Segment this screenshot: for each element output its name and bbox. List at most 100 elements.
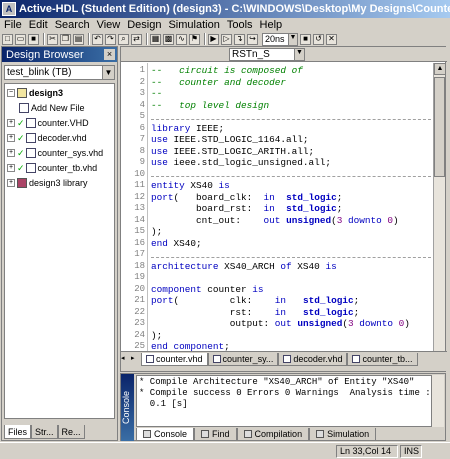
top-level-selector[interactable]: test_blink (TB) ▼ <box>4 65 115 80</box>
step-icon[interactable]: ↴ <box>234 33 245 45</box>
code-line[interactable]: -- counter and decoder <box>151 77 286 88</box>
code-line[interactable]: board_rst: in std_logic; <box>151 203 342 214</box>
library-icon <box>17 178 27 188</box>
stop-icon[interactable]: ■ <box>300 33 311 45</box>
menu-edit[interactable]: Edit <box>29 19 48 31</box>
expand-icon[interactable]: + <box>7 179 15 187</box>
status-bar: Ln 33,Col 14 INS <box>0 442 450 459</box>
expand-icon[interactable]: + <box>7 119 15 127</box>
file-tab-counter-tb[interactable]: counter_tb... <box>347 353 418 366</box>
run-icon[interactable]: ▶ <box>208 33 219 45</box>
undo-icon[interactable]: ↶ <box>92 33 103 45</box>
code-line[interactable]: end XS40; <box>151 238 202 249</box>
file-tab-decoder[interactable]: decoder.vhd <box>278 353 348 366</box>
run-for-icon[interactable]: ▷ <box>221 33 232 45</box>
restart-icon[interactable]: ↺ <box>313 33 324 45</box>
line-number: 16 <box>134 237 145 248</box>
menu-simulation[interactable]: Simulation <box>168 19 219 31</box>
file-tab-counter[interactable]: counter.vhd <box>141 353 208 366</box>
tree-item-decoder-vhd[interactable]: + ✓ decoder.vhd <box>7 132 87 144</box>
hdl-editor: RSTn_S ▼ 1 2 3 4 5 6 7 8 9 10 11 12 13 14 15 16 17 18 19 20… <box>120 46 447 372</box>
scroll-up-icon[interactable]: ▲ <box>434 63 446 75</box>
tab-scroll-right-icon[interactable]: ▸ <box>131 354 141 364</box>
file-tab-counter-sys[interactable]: counter_sy... <box>207 353 279 366</box>
menu-help[interactable]: Help <box>260 19 283 31</box>
code-line[interactable]: end component; <box>151 341 230 351</box>
tab-structure[interactable]: Str... <box>31 425 58 439</box>
code-line[interactable]: rst: in std_logic; <box>151 307 359 318</box>
code-line[interactable]: -- top level design <box>151 100 269 111</box>
tree-item-add-new-file[interactable]: Add New File <box>19 102 85 114</box>
tab-find[interactable]: Find <box>194 428 237 441</box>
scrollbar-thumb[interactable] <box>434 77 445 177</box>
code-line[interactable]: output: out unsigned(3 downto 0) <box>151 318 410 329</box>
tab-simulation[interactable]: Simulation <box>309 428 377 441</box>
line-number: 13 <box>134 203 145 213</box>
console-scrollbar[interactable] <box>432 375 444 427</box>
tab-console[interactable]: Console <box>136 428 195 441</box>
code-line[interactable]: cnt_out: out unsigned(3 downto 0) <box>151 215 399 226</box>
tab-resources[interactable]: Re... <box>57 425 85 439</box>
waveform-icon[interactable]: ∿ <box>176 33 187 45</box>
menu-design[interactable]: Design <box>127 19 161 31</box>
tree-item-library[interactable]: + design3 library <box>7 177 88 189</box>
tree-item-design3[interactable]: − design3 <box>7 87 63 99</box>
paste-icon[interactable]: ▤ <box>73 33 84 45</box>
copy-icon[interactable]: ❐ <box>60 33 71 45</box>
menu-file[interactable]: File <box>4 19 22 31</box>
code-line[interactable]: ); <box>151 330 162 341</box>
chevron-down-icon[interactable]: ▼ <box>102 66 114 79</box>
cut-icon[interactable]: ✂ <box>47 33 58 45</box>
bookmark-icon[interactable]: ⚑ <box>189 33 200 45</box>
code-line[interactable]: entity XS40 is <box>151 180 230 191</box>
open-icon[interactable]: ▭ <box>15 33 26 45</box>
code-line[interactable]: architecture XS40_ARCH of XS40 is <box>151 261 337 272</box>
menu-search[interactable]: Search <box>55 19 90 31</box>
code-line[interactable]: port( clk: in std_logic; <box>151 295 359 306</box>
close-icon[interactable]: × <box>104 49 115 60</box>
code-area[interactable]: -- circuit is composed of -- counter and … <box>151 63 433 351</box>
tab-compilation[interactable]: Compilation <box>236 428 310 441</box>
step-over-icon[interactable]: ↪ <box>247 33 258 45</box>
title-bar: A Active-HDL (Student Edition) (design3)… <box>0 0 450 18</box>
expand-icon[interactable]: + <box>7 149 15 157</box>
expand-icon[interactable]: + <box>7 134 15 142</box>
tree-item-counter-tb[interactable]: + ✓ counter_tb.vhd <box>7 162 97 174</box>
chevron-down-icon[interactable]: ▼ <box>294 48 304 60</box>
code-line[interactable]: ); <box>151 226 162 237</box>
vertical-scrollbar[interactable]: ▲ <box>433 63 446 351</box>
expand-icon[interactable]: + <box>7 164 15 172</box>
redo-icon[interactable]: ↷ <box>105 33 116 45</box>
replace-icon[interactable]: ⇄ <box>131 33 142 45</box>
code-line[interactable]: use IEEE.STD_LOGIC_ARITH.all; <box>151 146 314 157</box>
line-number: 7 <box>139 134 145 144</box>
tree-item-counter-vhd[interactable]: + ✓ counter.VHD <box>7 117 89 129</box>
code-line[interactable]: use IEEE.STD_LOGIC_1164.all; <box>151 134 309 145</box>
collapse-icon[interactable]: − <box>7 89 15 97</box>
chevron-down-icon[interactable]: ▼ <box>288 33 297 45</box>
menu-view[interactable]: View <box>97 19 121 31</box>
new-file-icon[interactable]: □ <box>2 33 13 45</box>
signal-selector[interactable]: RSTn_S ▼ <box>229 47 305 61</box>
end-sim-icon[interactable]: ✕ <box>326 33 337 45</box>
find-icon[interactable]: ⌕ <box>118 33 129 45</box>
console-output[interactable]: * Compile Architecture "XS40_ARCH" of En… <box>136 375 432 427</box>
design-browser-title: Design Browser <box>6 48 84 61</box>
code-line[interactable]: port( board_clk: in std_logic; <box>151 192 342 203</box>
code-line[interactable]: -- circuit is composed of <box>151 65 303 76</box>
tree-item-label: design3 <box>29 88 64 98</box>
compile-icon[interactable]: ▦ <box>150 33 161 45</box>
top-level-value: test_blink (TB) <box>7 67 72 78</box>
code-line[interactable]: -- <box>151 88 162 99</box>
insert-mode: INS <box>400 444 422 458</box>
compile-all-icon[interactable]: ▩ <box>163 33 174 45</box>
code-line[interactable]: use ieee.std_logic_unsigned.all; <box>151 157 331 168</box>
tab-scroll-left-icon[interactable]: ◂ <box>121 354 131 364</box>
menu-tools[interactable]: Tools <box>227 19 253 31</box>
code-line[interactable]: component counter is <box>151 284 264 295</box>
tree-item-counter-sys[interactable]: + ✓ counter_sys.vhd <box>7 147 103 159</box>
sim-time-field[interactable]: 20ns ▼ <box>262 32 298 46</box>
tab-files[interactable]: Files <box>4 425 32 439</box>
code-line[interactable]: library IEEE; <box>151 123 224 134</box>
save-icon[interactable]: ■ <box>28 33 39 45</box>
